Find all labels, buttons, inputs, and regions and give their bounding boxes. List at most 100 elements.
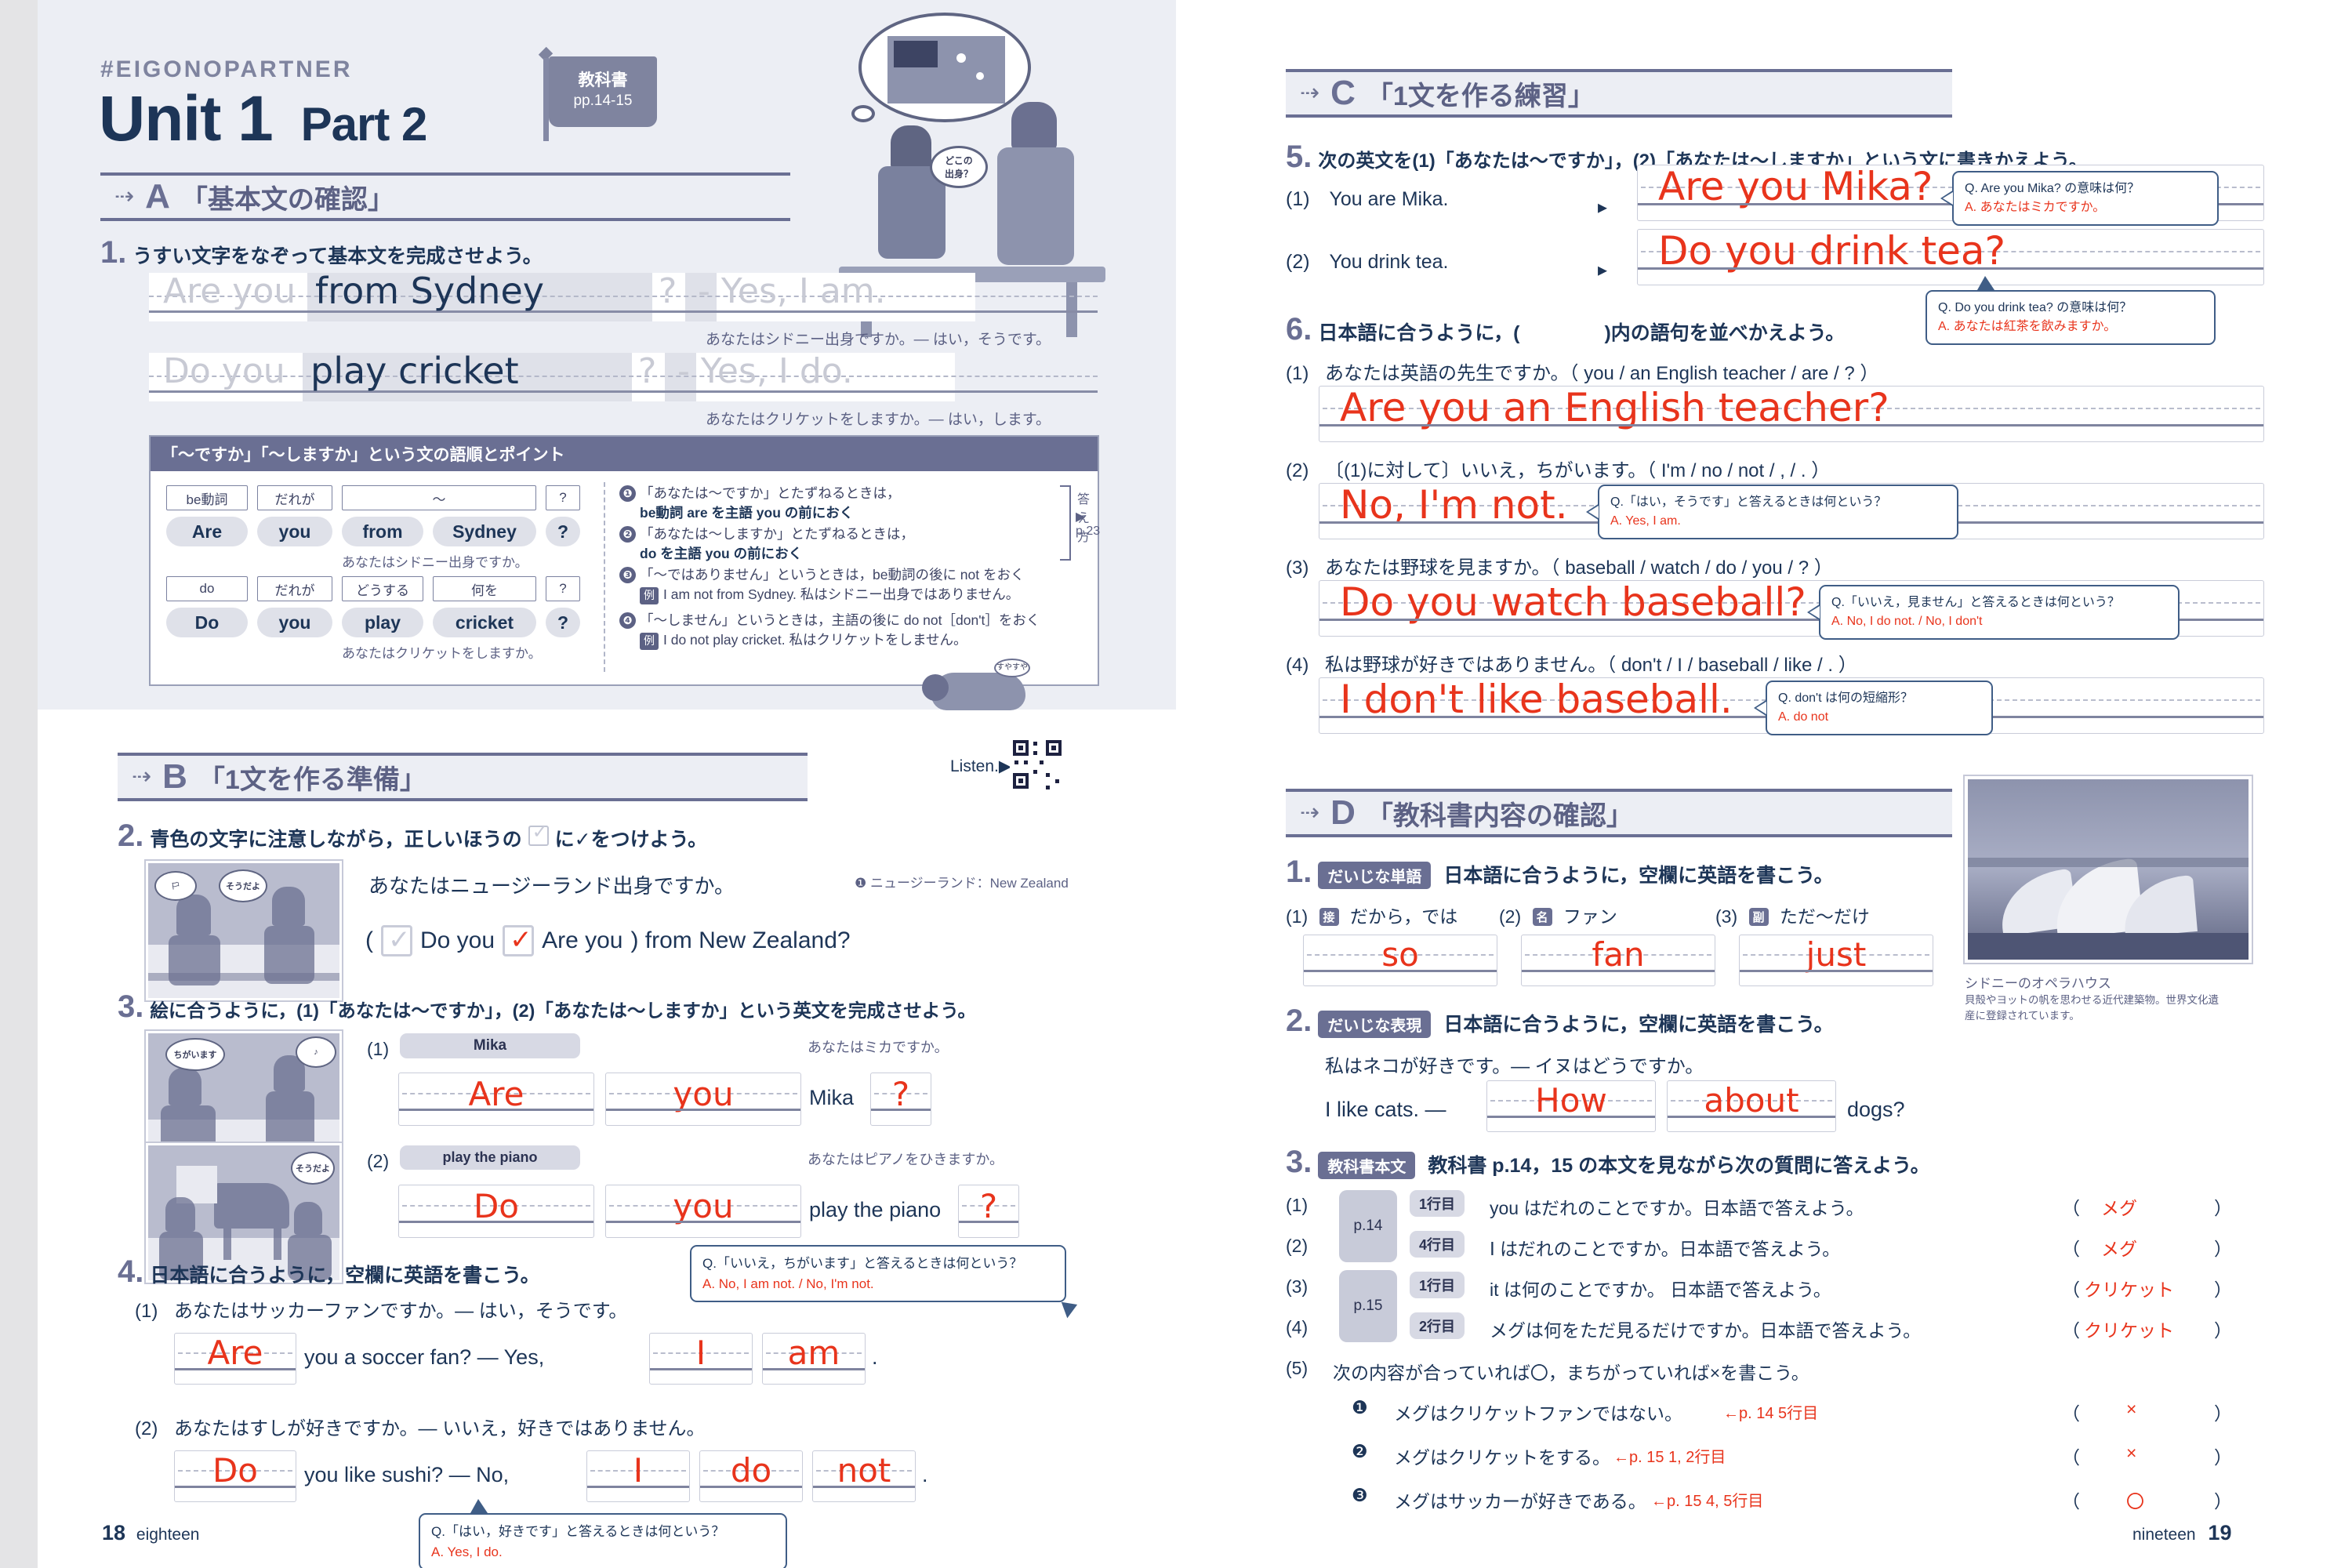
q3-item2-mid: play the piano xyxy=(809,1198,942,1221)
trace-jp-1: あなたはシドニー出身ですか。— はい，そうです。 xyxy=(706,332,1051,348)
q3-item2-blank2[interactable]: you xyxy=(605,1185,801,1238)
q5-number: 5. xyxy=(1286,140,1312,174)
point-1-text1: 「あなたは〜ですか」とたずねるときは， xyxy=(640,485,901,501)
d3-item4-paren-close: ） xyxy=(2214,1320,2232,1341)
d2-jp: 私はネコが好きです。— イヌはどうですか。 xyxy=(1325,1056,1704,1077)
d3-row3-ref: ←p. 15 4, 5行目 xyxy=(1651,1493,1764,1510)
photo-caption-title: シドニーのオペラハウス xyxy=(1965,976,2111,991)
d3-chip: 教科書本文 xyxy=(1318,1152,1416,1179)
d3-item3-paren-open: （ xyxy=(2062,1279,2080,1300)
section-a-letter: A xyxy=(145,177,170,216)
q4-item2-blank2[interactable]: I xyxy=(586,1450,690,1502)
slot-label-1-2: だれが xyxy=(257,485,332,510)
d3-item3-no: (3) xyxy=(1286,1276,1308,1297)
section-c-heading: ⇢ C 「1文を作る練習」 xyxy=(1286,69,1952,118)
person-head-right xyxy=(1011,102,1057,151)
q4-item2-blank3[interactable]: do xyxy=(699,1450,803,1502)
folio-right-number: 19 xyxy=(2208,1521,2232,1544)
q5-bubble-1-a: A. あなたはミカですか。 xyxy=(1965,201,2106,214)
point-2-marker: ❷ xyxy=(619,526,636,543)
q4-item1-blank1[interactable]: Are xyxy=(174,1333,296,1385)
q6-item1-answer[interactable]: Are you an English teacher? xyxy=(1319,385,2264,442)
arrow-icon: ⇢ xyxy=(1300,80,1320,106)
q4-bubble-2-q: Q.「はい，好きです」と答えるときは何という？ xyxy=(431,1524,725,1539)
grammar-point-4: ❹ 「〜しません」というときは，主語の後に do not［don't］をおく 例I… xyxy=(619,611,1090,650)
slot-label-1-3: 〜 xyxy=(342,485,536,510)
q4-bubble-1: Q.「いいえ，ちがいます」と答えるときは何という？ A. No, I am no… xyxy=(690,1245,1081,1319)
q4-item2-blank1[interactable]: Do xyxy=(174,1450,296,1502)
d1-item3-blank[interactable]: just xyxy=(1739,935,1933,986)
pill-2-3: play xyxy=(342,608,423,637)
d3-row2-ans: × xyxy=(2126,1443,2137,1463)
q4-bubble-2-a: A. Yes, I do. xyxy=(431,1544,503,1559)
checkbox-are-you[interactable]: ✓ xyxy=(503,925,535,956)
koala-speech-icon: すやすや xyxy=(994,659,1030,677)
q6-item3-no: (3) xyxy=(1286,557,1309,579)
d2-blank2[interactable]: about xyxy=(1667,1080,1836,1132)
q3-item1-blank3[interactable]: ? xyxy=(870,1073,931,1126)
d2-blank1[interactable]: How xyxy=(1486,1080,1656,1132)
d3-item3-paren-close: ） xyxy=(2214,1279,2232,1300)
q5-arrow-1-icon: ▸ xyxy=(1598,197,1608,218)
q3-item2-blank3[interactable]: ? xyxy=(958,1185,1019,1238)
inline-checkbox-icon: ✓ xyxy=(528,822,549,846)
q4-item2-blank2-ink: I xyxy=(633,1451,644,1490)
q4-item1-blank3-ink: am xyxy=(787,1334,840,1372)
q5-item2-no: (2) xyxy=(1286,251,1310,273)
q3-item1-blank1[interactable]: Are xyxy=(398,1073,594,1126)
section-b-heading: ⇢ B 「1文を作る準備」 xyxy=(118,753,808,801)
section-a-title: 「基本文の確認」 xyxy=(180,184,394,215)
workbook-spread: #EIGONOPARTNER Unit 1 Part 2 教科書 pp.14-1… xyxy=(0,0,2352,1568)
point-1-marker: ❶ xyxy=(619,485,636,502)
d3-item2-line: 4行目 xyxy=(1410,1231,1465,1258)
d3-item4-no: (4) xyxy=(1286,1317,1308,1338)
d1-instruction: 日本語に合うように，空欄に英語を書こう。 xyxy=(1443,865,1834,887)
q4-item2-blank4[interactable]: not xyxy=(812,1450,916,1502)
folio-right: nineteen 19 xyxy=(2132,1521,2231,1545)
d3-item2-paren-open: （ xyxy=(2062,1239,2080,1259)
d1-item3-no: (3) xyxy=(1715,906,1738,927)
d3-item3-ans: クリケット xyxy=(2084,1279,2174,1300)
q3-item1-blank2[interactable]: you xyxy=(605,1073,801,1126)
d1-item1-jp: だから，では xyxy=(1349,906,1458,927)
section-b-letter: B xyxy=(162,757,187,796)
q4-item1-blank3[interactable]: am xyxy=(762,1333,866,1385)
slot-label-2-2: だれが xyxy=(257,576,332,601)
q4-bubble-2: Q.「はい，好きです」と答えるときは何という？ A. Yes, I do. xyxy=(419,1493,787,1568)
q5-item2-answer[interactable]: Do you drink tea? xyxy=(1637,228,2264,285)
q6-item2-row: (2) 〔(1)に対して〕いいえ，ちがいます。（ I'm / no / not … xyxy=(1286,455,1830,482)
qr-code[interactable] xyxy=(1010,737,1063,790)
grammar-box-title: 「〜ですか」「〜しますか」という文の語順とポイント xyxy=(151,437,1098,471)
d3-row2-marker: ❷ xyxy=(1352,1441,1368,1461)
d1-item3-blank-ink: just xyxy=(1806,935,1867,974)
q3-item2-blank1[interactable]: Do xyxy=(398,1185,594,1238)
d3-instruction: 教科書 p.14，15 の本文を見ながら次の質問に答えよう。 xyxy=(1428,1155,1930,1177)
trace-tail-2: - Yes, I do. xyxy=(677,351,853,391)
trace-faint-1: Are you xyxy=(163,271,296,311)
gutter-strip xyxy=(0,0,38,1568)
opera-skyline xyxy=(1968,858,2249,867)
d1-item1-label: (1) 接 だから，では xyxy=(1286,902,1457,928)
d1-item1-blank[interactable]: so xyxy=(1303,935,1497,986)
q5-bubble-2-a: A. あなたは紅茶を飲みますか。 xyxy=(1938,320,2117,333)
d3-row2-ref: ←p. 15 1, 2行目 xyxy=(1613,1449,1726,1466)
q5-bubble-2: Q. Do you drink tea? の意味は何？ A. あなたは紅茶を飲み… xyxy=(1926,270,2216,345)
q5-item2-answer-ink: Do you drink tea? xyxy=(1658,228,2006,274)
d1-item1-pos: 接 xyxy=(1319,908,1339,926)
folio-left-word: eighteen xyxy=(136,1526,200,1544)
q3-number: 3. xyxy=(118,989,144,1024)
example-chip-1: 例 xyxy=(640,586,659,604)
checkbox-do-you[interactable]: ✓ xyxy=(381,925,412,956)
q2-choice-1: Do you xyxy=(420,927,495,953)
d3-row1-marker: ❶ xyxy=(1352,1397,1368,1417)
point-3-marker: ❸ xyxy=(619,567,636,583)
q6-bubble-2: Q.「いいえ，見ません」と答えるときは何という？ A. No, I do not… xyxy=(1807,585,2180,640)
d1-item2-blank[interactable]: fan xyxy=(1521,935,1715,986)
q3-item2-blank1-ink: Do xyxy=(473,1187,520,1225)
q4-item1-blank2[interactable]: I xyxy=(649,1333,753,1385)
d2-pre: I like cats. — xyxy=(1325,1098,1446,1121)
d1-number: 1. xyxy=(1286,855,1312,889)
arrow-icon: ⇢ xyxy=(1300,800,1320,826)
d3-row3-ans: 〇 xyxy=(2126,1491,2144,1512)
q2-choice-row: ( ✓ Do you ✓ Are you ) from New Zealand? xyxy=(365,925,851,956)
